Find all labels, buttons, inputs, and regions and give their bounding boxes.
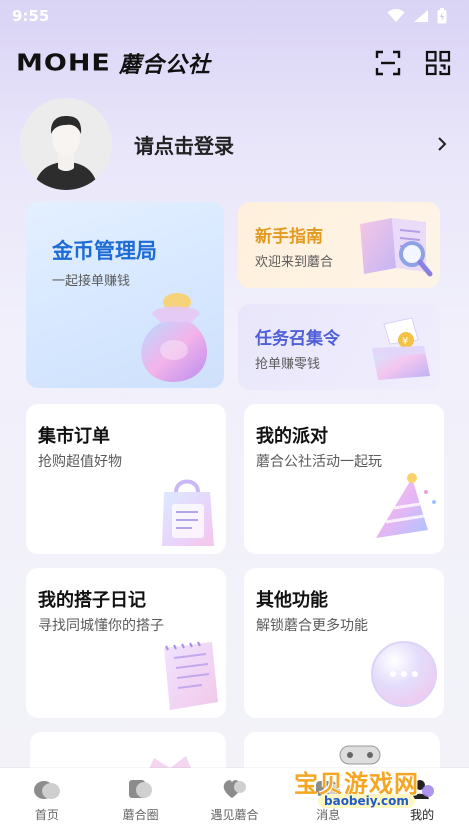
other-card-title: 其他功能 [256, 590, 328, 611]
party-hat-icon [376, 473, 436, 538]
battery-icon [437, 8, 447, 24]
tab-home-label: 首页 [34, 808, 59, 822]
scan-button[interactable] [375, 50, 401, 76]
message-icon [316, 781, 341, 796]
heart-icon [224, 780, 247, 798]
tab-meet-label: 遇见蘑合 [210, 808, 259, 822]
party-card-title: 我的派对 [256, 426, 328, 447]
app-header: MOHE 蘑合公社 [16, 46, 453, 80]
gift-box-icon: ¥ [372, 317, 430, 380]
book-magnifier-icon [360, 218, 433, 277]
status-icons [387, 8, 447, 24]
diary-card-title: 我的搭子日记 [38, 590, 146, 611]
svg-text:¥: ¥ [402, 336, 408, 347]
task-card-title: 任务召集令 [255, 329, 340, 349]
party-card-subtitle: 蘑合公社活动一起玩 [256, 454, 382, 470]
tab-home[interactable]: 首页 [7, 778, 87, 823]
tab-messages[interactable]: 消息 [288, 778, 368, 823]
market-card-subtitle: 抢购超值好物 [38, 454, 122, 470]
partner-diary-card[interactable]: 我的搭子日记 寻找同城懂你的搭子 [26, 568, 226, 718]
notebook-icon [164, 641, 218, 710]
tab-profile[interactable]: 我的 [382, 778, 462, 823]
diary-card-subtitle: 寻找同城懂你的搭子 [38, 618, 164, 634]
status-time: 9:55 [12, 7, 50, 25]
tab-circle[interactable]: 蘑合圈 [101, 778, 181, 823]
profile-login-row[interactable]: 请点击登录 [20, 96, 450, 192]
tab-messages-label: 消息 [316, 808, 341, 822]
other-features-card[interactable]: 其他功能 解锁蘑合更多功能 [244, 568, 444, 718]
app-logo: MOHE 蘑合公社 [16, 47, 211, 79]
chevron-right-icon [438, 137, 447, 151]
shopping-bag-icon [162, 479, 214, 546]
circle-icon [128, 780, 152, 798]
bottom-tab-bar: 首页 蘑合圈 遇见蘑合 消息 我的 [0, 768, 469, 834]
market-orders-card[interactable]: 集市订单 抢购超值好物 [26, 404, 226, 554]
home-icon [33, 781, 60, 799]
qr-code-icon [425, 50, 451, 76]
avatar[interactable] [20, 98, 112, 190]
beginner-guide-card[interactable]: 新手指南 欢迎来到蘑合 [238, 202, 440, 288]
login-prompt[interactable]: 请点击登录 [134, 130, 434, 159]
guide-card-title: 新手指南 [255, 227, 323, 247]
default-avatar-icon [20, 98, 112, 190]
scan-icon [375, 50, 401, 76]
task-recruit-card[interactable]: 任务召集令 抢单赚零钱 ¥ [238, 304, 440, 390]
chat-bubble-icon [371, 641, 437, 707]
coin-card-title: 金币管理局 [52, 239, 157, 263]
logo-cn: 蘑合公社 [118, 53, 211, 78]
guide-card-subtitle: 欢迎来到蘑合 [255, 255, 334, 270]
logo-en: MOHE [16, 49, 111, 77]
qr-code-button[interactable] [425, 50, 451, 76]
task-card-subtitle: 抢单赚零钱 [255, 357, 321, 372]
coin-card-subtitle: 一起接单赚钱 [52, 274, 131, 289]
signal-icon [414, 10, 428, 22]
profile-icon [411, 780, 435, 799]
tab-circle-label: 蘑合圈 [122, 808, 159, 822]
tab-meet[interactable]: 遇见蘑合 [194, 778, 274, 823]
header-actions [375, 50, 451, 76]
tab-profile-label: 我的 [410, 808, 435, 822]
market-card-title: 集市订单 [38, 426, 110, 447]
other-card-subtitle: 解锁蘑合更多功能 [256, 618, 368, 634]
coin-management-card[interactable]: 金币管理局 一起接单赚钱 [26, 202, 224, 388]
wifi-icon [387, 9, 405, 22]
my-party-card[interactable]: 我的派对 蘑合公社活动一起玩 [244, 404, 444, 554]
money-bag-icon [141, 293, 208, 382]
status-bar: 9:55 [0, 0, 469, 32]
